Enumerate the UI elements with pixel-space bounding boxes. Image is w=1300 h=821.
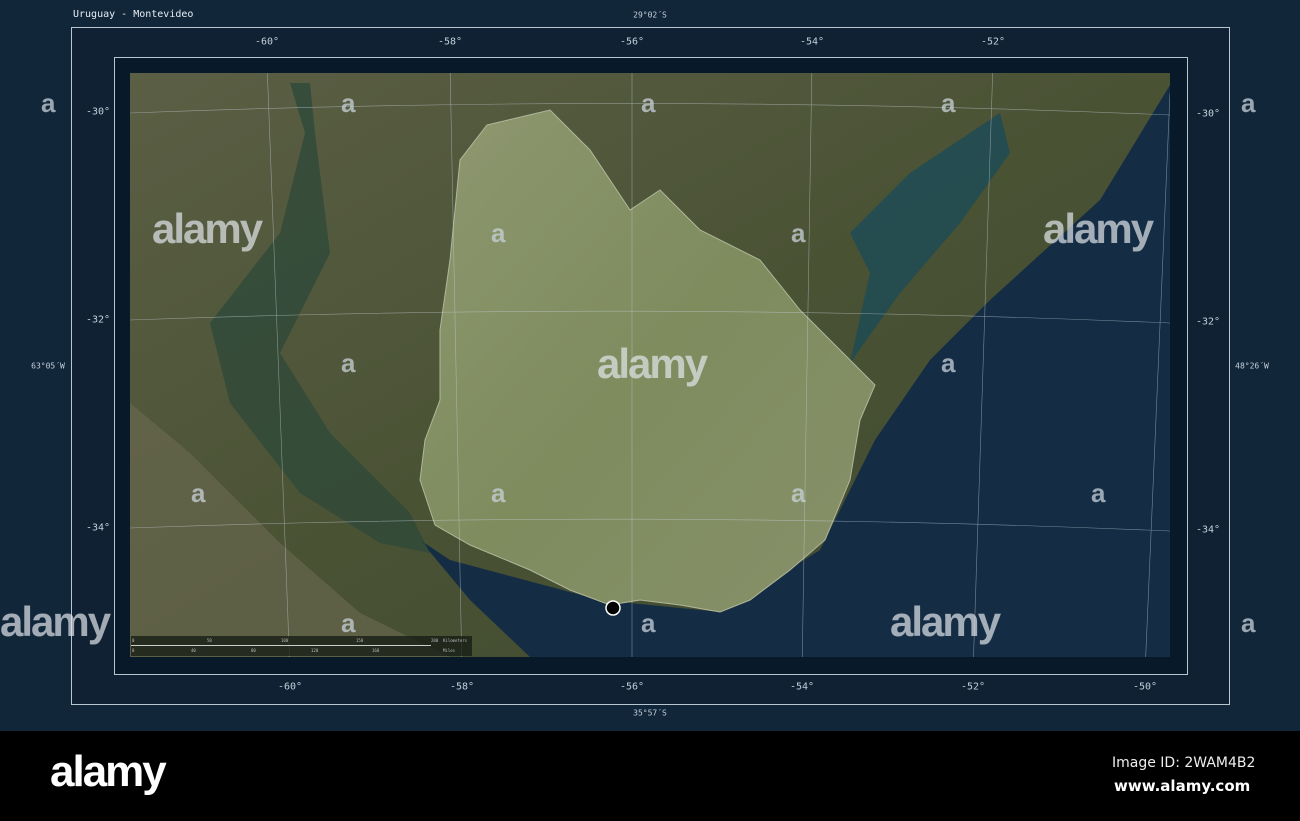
lat-label-left: -34° [85,522,111,534]
lon-label-bottom: -54° [789,681,815,693]
scale-mi-tick: 80 [251,648,256,653]
scale-km-tick: 200 [431,638,439,643]
scale-mi-tick: 160 [372,648,380,653]
watermark-glyph: a [491,478,506,508]
lon-label-top: -54° [799,36,825,48]
footer-banner [0,731,1300,821]
scale-km-unit: Kilometers [443,638,468,643]
scale-km-tick: 50 [207,638,212,643]
alamy-logo: alamy [50,747,167,796]
watermark-glyph: a [791,218,806,248]
south-bound-label: 35°57´S [633,708,667,718]
lon-label-bottom: -52° [960,681,986,693]
lat-label-left: -32° [85,314,111,326]
image-id: Image ID: 2WAM4B2 [1112,755,1256,771]
watermark: alamy [152,205,263,252]
lon-label-top: -60° [254,36,280,48]
watermark-glyph: a [1241,88,1256,118]
lon-label-bottom: -60° [277,681,303,693]
scale-km-tick: 0 [132,638,135,643]
watermark-glyph: a [191,478,206,508]
west-bound-label: 63°05´W [31,361,65,371]
lon-label-bottom: -50° [1132,681,1158,693]
lat-label-right: -34° [1195,524,1221,536]
lon-label-top: -58° [437,36,463,48]
scale-bar: 0 50 100 150 200 Kilometers 0 40 80 120 … [131,636,472,656]
scale-mi-tick: 40 [191,648,196,653]
watermark-glyph: a [641,608,656,638]
scale-mi-tick: 120 [311,648,319,653]
watermark-glyph: a [341,348,356,378]
lon-label-bottom: -58° [449,681,475,693]
map-title: Uruguay - Montevideo [73,9,194,20]
scale-mi-tick: 0 [132,648,135,653]
north-bound-label: 29°02´S [633,10,667,20]
watermark-glyph: a [491,218,506,248]
scale-km-tick: 100 [281,638,289,643]
watermark-glyph: a [941,88,956,118]
watermark-glyph: a [1091,478,1106,508]
montevideo-marker [605,600,621,616]
lon-label-top: -52° [980,36,1006,48]
watermark-glyph: a [41,88,56,118]
watermark-glyph: a [641,88,656,118]
lat-label-right: -32° [1195,316,1221,328]
watermark: alamy [890,598,1001,645]
scale-km-tick: 150 [356,638,364,643]
lat-label-left: -30° [85,106,111,118]
watermark: alamy [597,340,708,387]
watermark-glyph: a [341,608,356,638]
lat-label-right: -30° [1195,108,1221,120]
scale-mi-unit: Miles [443,648,456,653]
watermark-glyph: a [941,348,956,378]
watermark: alamy [1043,205,1154,252]
lon-label-bottom: -56° [619,681,645,693]
watermark-glyph: a [341,88,356,118]
watermark-glyph: a [791,478,806,508]
east-bound-label: 48°26´W [1235,361,1269,371]
watermark-glyph: a [1241,608,1256,638]
watermark: alamy [0,598,111,645]
lon-label-top: -56° [619,36,645,48]
site-url[interactable]: www.alamy.com [1114,777,1250,795]
